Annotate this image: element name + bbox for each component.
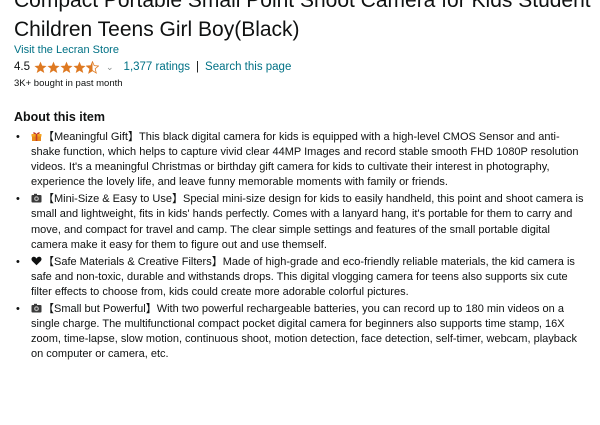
search-page-link[interactable]: Search this page bbox=[205, 59, 291, 75]
feature-bullet: • 【Small but Powerful】With two powerful … bbox=[14, 302, 586, 362]
half-star-icon bbox=[86, 60, 99, 74]
star-icon bbox=[47, 61, 60, 73]
star-icon bbox=[34, 61, 47, 73]
product-detail-page: Compact Portable Small Point Shoot Camer… bbox=[0, 0, 600, 425]
rating-value: 4.5 bbox=[14, 61, 30, 73]
ratings-count-link[interactable]: 1,377 ratings bbox=[124, 59, 191, 75]
rating-row: 4.5 ⌄ 1,377 ratings | Search this page bbox=[14, 59, 291, 75]
feature-bullet: • 【Safe Materials & Creative Filters】Mad… bbox=[14, 255, 586, 300]
feature-bullets: • 【Meaningful Gift】This black digital ca… bbox=[14, 130, 586, 364]
feature-text: 【Small but Powerful】With two powerful re… bbox=[31, 303, 577, 361]
feature-bullet: • 【Meaningful Gift】This black digital ca… bbox=[14, 130, 586, 190]
feature-text: 【Meaningful Gift】This black digital came… bbox=[31, 131, 579, 189]
camera-icon bbox=[31, 194, 42, 203]
feature-bullet: • 【Mini-Size & Easy to Use】Special mini-… bbox=[14, 192, 586, 252]
separator: | bbox=[196, 61, 200, 73]
gift-icon bbox=[31, 132, 42, 141]
bullet-dot: • bbox=[16, 193, 20, 206]
feature-text: 【Mini-Size & Easy to Use】Special mini-si… bbox=[31, 193, 584, 251]
camera-icon bbox=[31, 303, 42, 313]
about-heading: About this item bbox=[14, 110, 105, 124]
bullet-dot: • bbox=[16, 303, 20, 316]
star-icon bbox=[60, 61, 73, 73]
feature-text: 【Safe Materials & Creative Filters】Made … bbox=[31, 255, 575, 298]
chevron-down-icon[interactable]: ⌄ bbox=[106, 59, 114, 75]
heart-icon bbox=[31, 256, 42, 266]
product-title: Compact Portable Small Point Shoot Camer… bbox=[14, 0, 591, 41]
bought-count: 3K+ bought in past month bbox=[14, 78, 123, 89]
store-link[interactable]: Visit the Lecran Store bbox=[14, 43, 119, 57]
star-rating[interactable] bbox=[34, 60, 99, 74]
bullet-dot: • bbox=[16, 255, 20, 268]
star-icon bbox=[73, 61, 86, 73]
bullet-dot: • bbox=[16, 131, 20, 143]
